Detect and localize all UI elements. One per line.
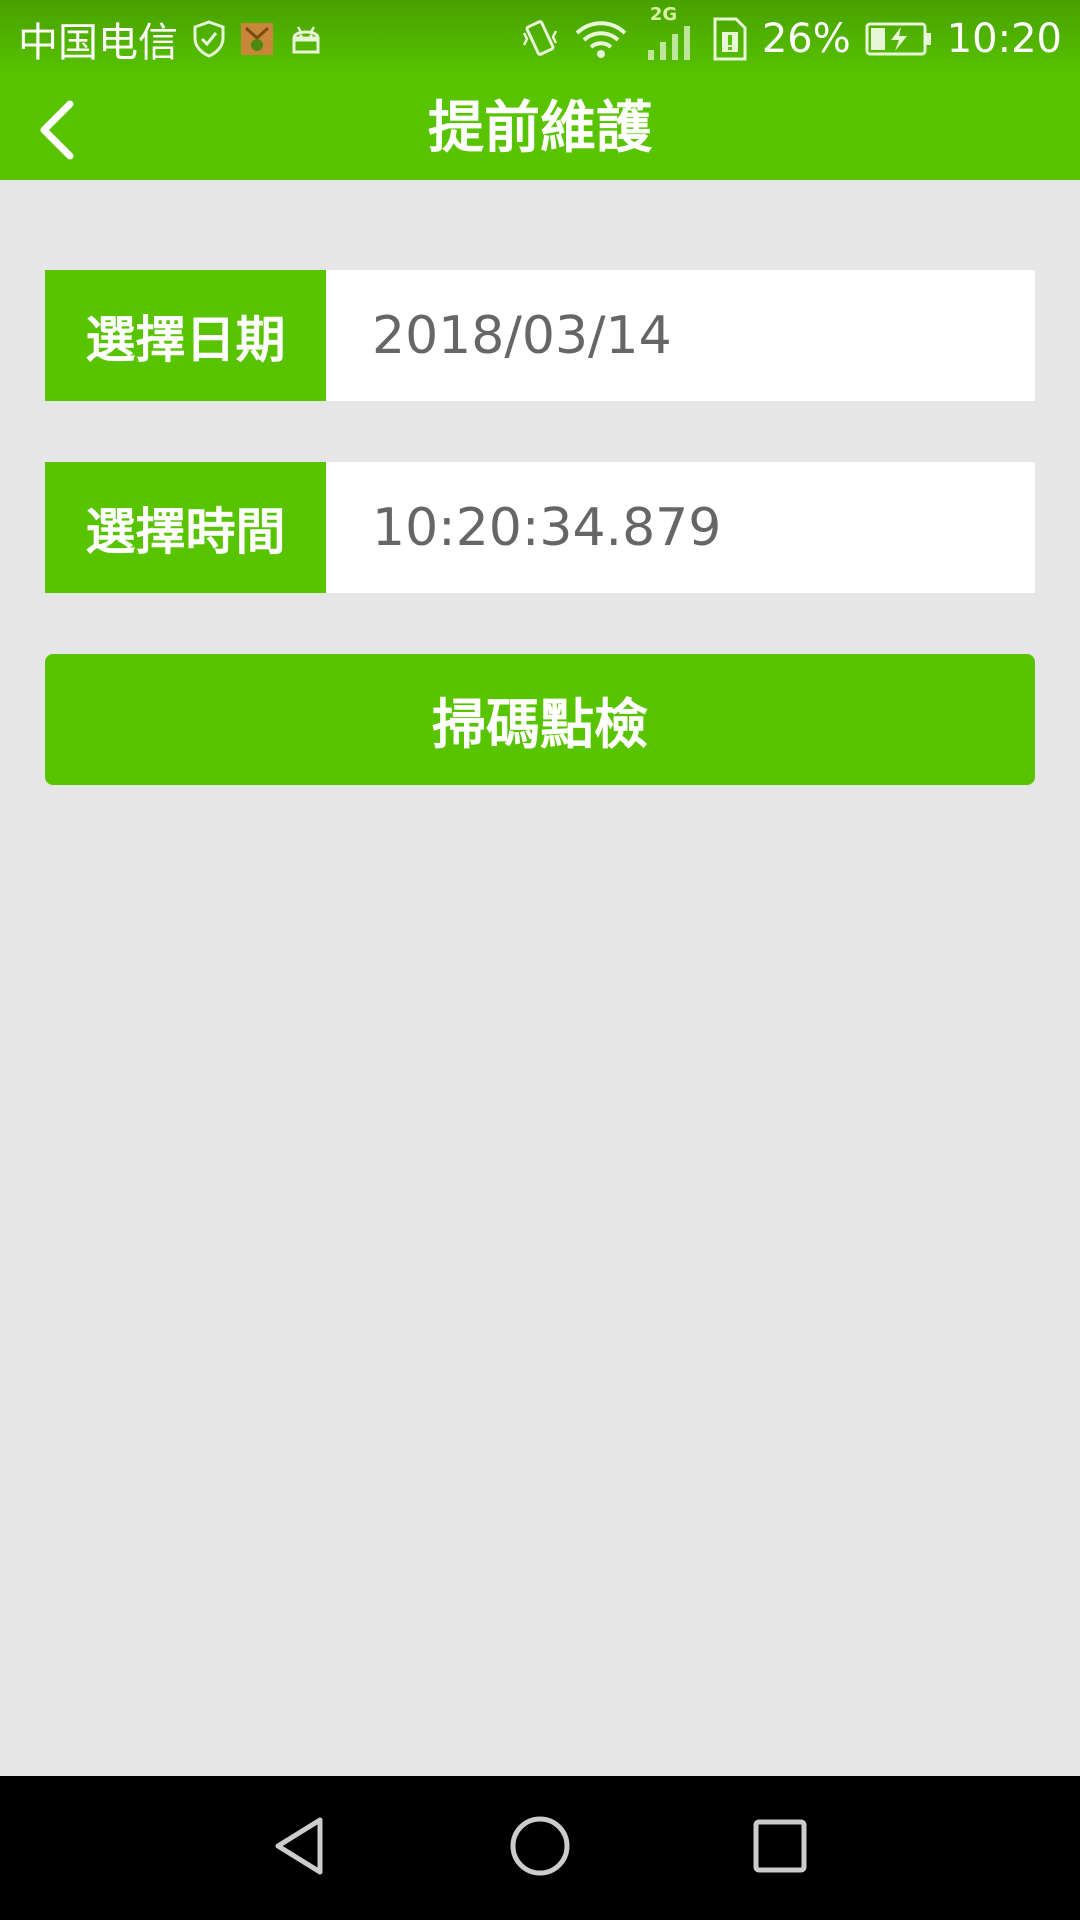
wifi-icon [574,19,628,59]
battery-percent: 26% [761,16,851,62]
date-row: 選擇日期 2018/03/14 [45,270,1035,401]
clock-time: 10:20 [946,16,1062,62]
nav-home-button[interactable] [490,1798,590,1898]
carrier-name: 中国电信 [18,20,178,66]
nav-recent-apps-button[interactable] [730,1798,830,1898]
action-bar: 提前維護 [0,78,1080,180]
page-title: 提前維護 [428,96,652,161]
network-type-label: 2G [649,4,678,25]
home-circle-icon [508,1814,572,1882]
shield-check-icon [192,20,226,58]
time-picker-field[interactable]: 10:20:34.879 [326,462,1035,593]
top-bar: 中国电信 2G 26% 10:20 提前維護 [0,0,1080,180]
signal-icon: 2G [642,4,698,62]
nav-back-button[interactable] [250,1798,350,1898]
status-bar-right: 2G 26% 10:20 [520,4,1062,64]
system-nav-bar [0,1776,1080,1920]
date-label: 選擇日期 [45,270,326,401]
date-picker-field[interactable]: 2018/03/14 [326,270,1035,401]
status-bar-left: 中国电信 [18,14,324,66]
time-row: 選擇時間 10:20:34.879 [45,462,1035,593]
recent-square-icon [750,1816,810,1880]
sim-alert-icon [712,16,748,62]
app-notification-icon [240,22,274,56]
back-button[interactable] [18,90,98,170]
android-icon [288,22,324,56]
vibrate-icon [520,17,560,61]
scan-inspect-button[interactable]: 掃碼點檢 [45,654,1035,785]
back-triangle-icon [270,1814,330,1882]
status-bar: 中国电信 2G 26% 10:20 [0,0,1080,78]
chevron-left-icon [34,98,82,162]
battery-charging-icon [865,21,933,57]
time-label: 選擇時間 [45,462,326,593]
